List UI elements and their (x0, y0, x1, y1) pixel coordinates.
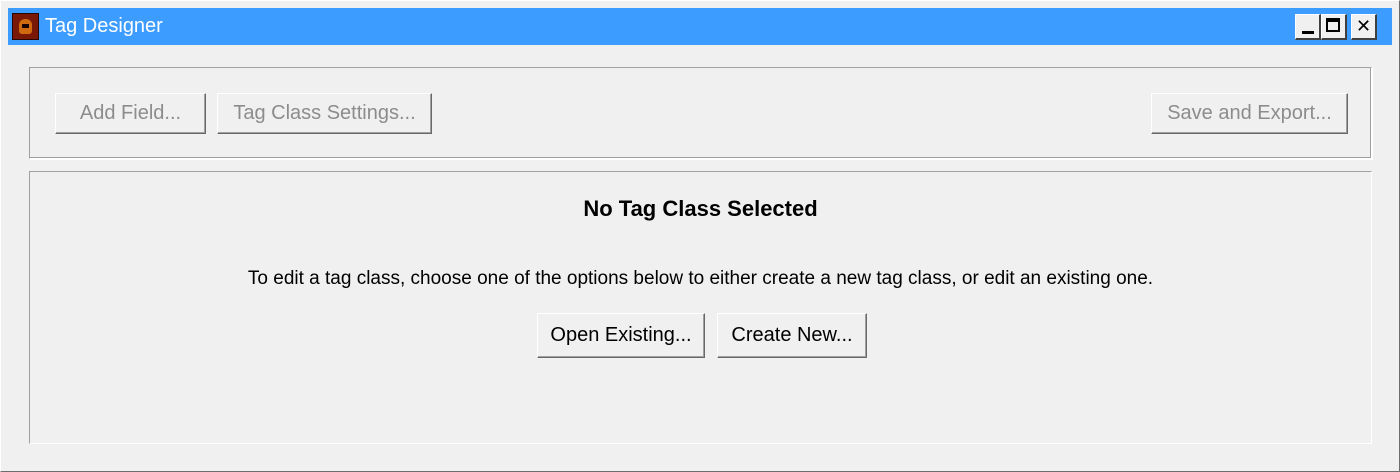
empty-state-description: To edit a tag class, choose one of the o… (247, 268, 1154, 289)
maximize-button[interactable] (1321, 14, 1347, 40)
close-icon: ✕ (1355, 16, 1372, 37)
window-title: Tag Designer (45, 15, 163, 37)
minimize-button[interactable] (1295, 14, 1321, 40)
maximize-icon (1326, 18, 1340, 32)
empty-state-heading: No Tag Class Selected (583, 196, 818, 221)
tag-class-settings-button[interactable]: Tag Class Settings... (217, 93, 432, 134)
main-panel: No Tag Class Selected To edit a tag clas… (29, 171, 1372, 444)
add-field-button[interactable]: Add Field... (55, 93, 206, 134)
save-and-export-button[interactable]: Save and Export... (1151, 93, 1348, 134)
open-existing-button[interactable]: Open Existing... (537, 313, 705, 358)
toolbar-panel: Add Field... Tag Class Settings... Save … (29, 67, 1372, 159)
minimize-icon (1302, 31, 1314, 34)
create-new-button[interactable]: Create New... (717, 313, 867, 358)
close-button[interactable]: ✕ (1351, 14, 1377, 40)
title-bar[interactable]: Tag Designer ✕ (8, 8, 1392, 45)
app-icon-eyes (22, 24, 29, 28)
app-icon[interactable] (12, 13, 39, 40)
tag-designer-window: Tag Designer ✕ Add Field... Tag Class Se… (0, 0, 1400, 472)
